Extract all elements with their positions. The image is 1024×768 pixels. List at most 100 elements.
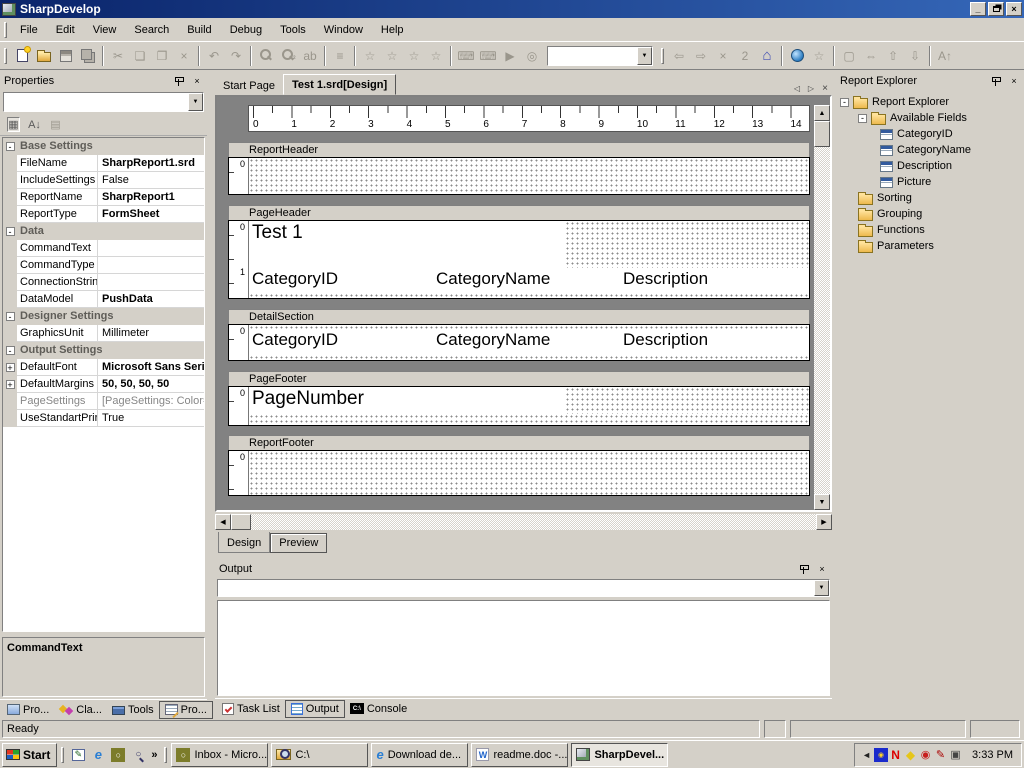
tree-item[interactable]: Description: [836, 158, 1024, 174]
property-value[interactable]: SharpReport1.srd: [98, 155, 204, 172]
clear-bookmarks-button[interactable]: ☆: [425, 45, 447, 67]
scrollbar-track[interactable]: [251, 514, 816, 530]
toolbar-grip[interactable]: [4, 48, 7, 64]
view-tab[interactable]: Preview: [270, 533, 327, 553]
close-icon[interactable]: ×: [816, 564, 828, 574]
scroll-left-icon[interactable]: ◀: [215, 514, 231, 530]
field-label[interactable]: CategoryName: [436, 330, 550, 350]
horizontal-scrollbar[interactable]: ◀ ▶: [215, 514, 832, 530]
sort-alphabetical-button[interactable]: A↑: [934, 45, 956, 67]
pageheader-canvas[interactable]: Test 1 CategoryIDCategoryNameDescription: [249, 221, 809, 298]
toolbar-combobox[interactable]: ▼: [547, 46, 653, 66]
section-pagefooter[interactable]: PageFooter 0 PageNumber: [228, 371, 810, 426]
pad-tab[interactable]: Pro...: [2, 701, 54, 719]
property-value[interactable]: FormSheet: [98, 206, 204, 223]
property-value[interactable]: [PageSettings: Color=: [98, 393, 204, 410]
field-label[interactable]: Description: [623, 330, 708, 350]
toggle-bookmark-button[interactable]: ☆: [359, 45, 381, 67]
browser-button[interactable]: [786, 45, 808, 67]
dropdown-icon[interactable]: ▼: [188, 93, 203, 111]
tree-item[interactable]: Functions: [836, 222, 1024, 238]
textbox-pagenumber[interactable]: PageNumber: [249, 387, 565, 414]
taskbar-task-button[interactable]: e Download de...: [371, 743, 468, 767]
split-button[interactable]: ⇔: [860, 45, 882, 67]
taskbar-task-button[interactable]: SharpDevel...: [571, 743, 668, 767]
diamond-tray-icon[interactable]: ◆: [903, 747, 918, 762]
macro-record-button[interactable]: ⌨: [455, 45, 477, 67]
property-row[interactable]: + DefaultFont Microsoft Sans Seri: [3, 359, 204, 376]
volume-icon[interactable]: ◄: [859, 747, 874, 762]
scroll-down-icon[interactable]: ▼: [814, 494, 830, 510]
property-value[interactable]: False: [98, 172, 204, 189]
prev-bookmark-button[interactable]: ☆: [381, 45, 403, 67]
property-value[interactable]: [98, 240, 204, 257]
alphabetical-button[interactable]: A↓: [24, 115, 45, 135]
reportfooter-canvas[interactable]: [249, 451, 809, 495]
save-all-button[interactable]: [77, 45, 99, 67]
minimize-button[interactable]: _: [970, 2, 986, 16]
property-row[interactable]: UseStandartPrir True: [3, 410, 204, 427]
property-row[interactable]: IncludeSettings False: [3, 172, 204, 189]
paste-button[interactable]: ❐: [151, 45, 173, 67]
quick-launch-overflow-icon[interactable]: »: [148, 749, 160, 761]
scroll-up-icon[interactable]: ▲: [814, 105, 830, 121]
tab-scroll-left-icon[interactable]: ◁: [790, 81, 804, 95]
document-tab[interactable]: Test 1.srd[Design]: [283, 74, 396, 95]
tree-expander-icon[interactable]: -: [840, 98, 849, 107]
property-name[interactable]: Designer Settings: [17, 308, 116, 325]
section-header[interactable]: ReportHeader: [228, 142, 810, 157]
property-row[interactable]: GraphicsUnit Millimeter: [3, 325, 204, 342]
property-name[interactable]: CommandText: [17, 240, 98, 257]
property-name[interactable]: Data: [17, 223, 46, 240]
menu-item[interactable]: Help: [372, 20, 413, 40]
property-name[interactable]: DefaultMargins: [17, 376, 98, 393]
field-label[interactable]: CategoryID: [252, 330, 338, 350]
expander-icon[interactable]: -: [6, 312, 15, 321]
property-value[interactable]: [98, 274, 204, 291]
stop-button[interactable]: ×: [712, 45, 734, 67]
categorized-button[interactable]: ▦: [3, 115, 24, 135]
vertical-scrollbar[interactable]: ▲ ▼: [814, 97, 830, 510]
pad-tab[interactable]: Pro...: [159, 701, 213, 719]
scrollbar-track[interactable]: [814, 147, 830, 494]
properties-object-combobox[interactable]: ▼: [3, 92, 204, 112]
pad-tab[interactable]: Cla...: [54, 701, 107, 719]
clock[interactable]: 3:33 PM: [972, 749, 1013, 761]
undo-button[interactable]: ↶: [203, 45, 225, 67]
network-icon[interactable]: ▣: [948, 747, 963, 762]
taskbar-grip[interactable]: [61, 747, 64, 763]
property-name[interactable]: ConnectionStrin: [17, 274, 98, 291]
close-button[interactable]: ×: [1006, 2, 1022, 16]
restore-button[interactable]: [988, 2, 1004, 16]
property-row[interactable]: + DefaultMargins 50, 50, 50, 50: [3, 376, 204, 393]
new-window-button[interactable]: ▢: [838, 45, 860, 67]
find-button[interactable]: [255, 45, 277, 67]
property-name[interactable]: DataModel: [17, 291, 98, 308]
taskbar-task-button[interactable]: C:\: [271, 743, 368, 767]
toolbar-grip[interactable]: [661, 48, 664, 64]
cut-button[interactable]: ✂: [107, 45, 129, 67]
bottom-tab[interactable]: Output: [285, 700, 345, 718]
property-pages-button[interactable]: ▤: [45, 115, 66, 135]
pad-tab[interactable]: Tools: [107, 701, 159, 719]
find-next-button[interactable]: ²: [277, 45, 299, 67]
quick-launch-button[interactable]: ✎: [68, 745, 88, 765]
property-name[interactable]: FileName: [17, 155, 98, 172]
comment-button[interactable]: ≡: [329, 45, 351, 67]
save-button[interactable]: [55, 45, 77, 67]
taskbar-task-button[interactable]: W readme.doc -...: [471, 743, 568, 767]
menu-item[interactable]: Edit: [47, 20, 84, 40]
column-label[interactable]: Description: [623, 269, 708, 289]
section-header[interactable]: DetailSection: [228, 309, 810, 324]
property-row[interactable]: CommandText: [3, 240, 204, 257]
property-value[interactable]: Millimeter: [98, 325, 204, 342]
property-name[interactable]: IncludeSettings: [17, 172, 98, 189]
messenger-icon[interactable]: ◉: [874, 748, 888, 762]
favorites-button[interactable]: ☆: [808, 45, 830, 67]
close-icon[interactable]: ×: [191, 76, 203, 86]
stop-load-button[interactable]: ◎: [521, 45, 543, 67]
property-row[interactable]: - Data: [3, 223, 204, 240]
tree-item[interactable]: CategoryID: [836, 126, 1024, 142]
home-button[interactable]: ⌂: [756, 45, 778, 67]
move-up-button[interactable]: ⇧: [882, 45, 904, 67]
